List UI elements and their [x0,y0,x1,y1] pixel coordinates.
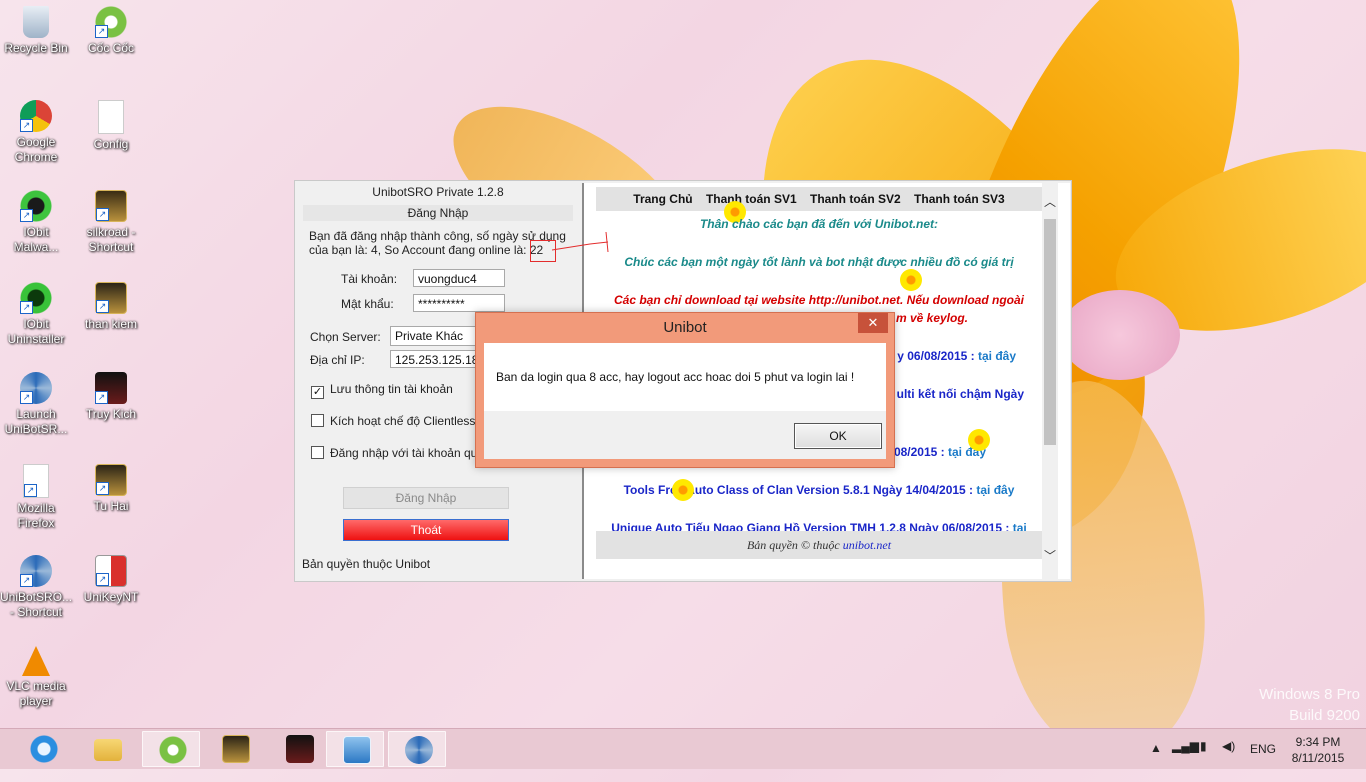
warning-text-1: Các bạn chỉ download tại website http://… [614,293,1024,307]
account-label: Tài khoản: [341,272,398,286]
web-footer: Bản quyền © thuộc unibot.net [596,531,1042,559]
tray-language[interactable]: ENG [1250,742,1276,782]
chrome-icon: ↗ [20,100,52,132]
taskbar-truy-kich[interactable] [270,731,328,767]
scroll-up-icon[interactable]: ︿ [1042,193,1058,210]
server-label: Chọn Server: [310,330,381,344]
dialog-message: Ban da login qua 8 acc, hay logout acc h… [484,343,886,411]
flower-decoration [672,479,694,501]
login-header: Đăng Nhập [303,205,573,221]
control-panel-icon [343,736,371,764]
game-icon: ↗ [95,464,127,496]
taskbar: ▲ ▂▄▆ ▮ ◀) ENG 9:34 PM 8/11/2015 [0,728,1366,769]
checkbox-box[interactable] [311,414,324,427]
desktop-icon-recycle-bin[interactable]: Recycle Bin [0,6,72,56]
account-input[interactable]: vuongduc4 [413,269,505,287]
windows-watermark: Windows 8 Pro Build 9200 [1259,686,1360,724]
coccoc-icon: ↗ [95,6,127,38]
desktop-icon-unibot-shortcut[interactable]: ↗ UniBotSRO... - Shortcut [0,555,72,620]
flower-decoration [968,429,990,451]
footer-link[interactable]: unibot.net [843,538,891,552]
desktop-icon-coccoc[interactable]: ↗ Cốc Cốc [75,6,147,56]
checkbox-box[interactable]: ✓ [311,386,324,399]
unikey-icon: ↗ [95,555,127,587]
iobit-malware-icon: ↗ [20,190,52,222]
other-account-checkbox[interactable]: Đăng nhập với tài khoản qu [311,446,477,460]
dialog-title: Unibot [663,319,707,336]
close-icon[interactable]: ✕ [858,313,888,333]
unibot-icon [405,736,433,764]
clientless-checkbox[interactable]: Kích hoạt chế độ Clientless [311,414,475,428]
file-icon [98,100,124,134]
silkroad-icon [222,735,250,763]
exit-button[interactable]: Thoát [343,519,509,541]
nav-home[interactable]: Trang Chủ [633,192,692,206]
desktop-icon-silkroad[interactable]: ↗ silkroad - Shortcut [75,190,147,255]
taskbar-explorer[interactable] [78,731,136,767]
tray-volume-icon[interactable]: ◀) [1222,739,1235,779]
taskbar-coccoc[interactable] [142,731,200,767]
desktop-icon-vlc[interactable]: VLC media player [0,646,72,709]
server-select[interactable]: Private Khác [390,326,480,346]
password-input[interactable]: ********** [413,294,505,312]
vlc-icon [22,646,50,676]
tray-signal-icon[interactable]: ▂▄▆ [1172,739,1199,779]
desktop-icon-launch-unibot[interactable]: ↗ Launch UniBotSR... [0,372,72,437]
web-nav: Trang Chủ Thanh toán SV1 Thanh toán SV2 … [596,187,1042,211]
greeting-text: Thân chào các bạn đã đến với Unibot.net: [699,217,939,231]
game-icon: ↗ [95,282,127,314]
ok-button[interactable]: OK [794,423,882,449]
app-copyright: Bản quyền thuộc Unibot [302,557,431,571]
nav-payment-sv2[interactable]: Thanh toán SV2 [810,192,901,206]
news-link-4[interactable]: tại đây [976,483,1014,497]
dialog-body: Ban da login qua 8 acc, hay logout acc h… [484,343,886,459]
desktop-icon-chrome[interactable]: ↗ Google Chrome [0,100,72,165]
unibot-alert-dialog: Unibot ✕ Ban da login qua 8 acc, hay log… [475,312,895,468]
password-label: Mật khẩu: [341,297,394,311]
desktop-icon-tu-hai[interactable]: ↗ Tu Hai [75,464,147,514]
news-link-1[interactable]: tại đây [978,349,1016,363]
nav-payment-sv1[interactable]: Thanh toán SV1 [706,192,797,206]
taskbar-silkroad[interactable] [206,731,264,767]
desktop-icon-than-kiem[interactable]: ↗ than kiem [75,282,147,332]
coccoc-icon [159,736,187,764]
annotation-stroke [551,231,609,253]
save-info-checkbox[interactable]: ✓ Lưu thông tin tài khoản [311,382,453,399]
ip-label: Địa chỉ IP: [310,353,365,367]
unibot-icon: ↗ [20,372,52,404]
flower-decoration [900,269,922,291]
scroll-down-icon[interactable]: ﹀ [1042,547,1058,564]
firefox-icon: ↗ [23,464,49,498]
tray-chevron-up-icon[interactable]: ▲ [1150,741,1162,781]
wish-text: Chúc các bạn một ngày tốt lành và bot nh… [624,255,1014,269]
desktop-icon-firefox[interactable]: ↗ Mozilla Firefox [0,464,72,531]
recycle-bin-icon [23,6,49,38]
unibot-icon: ↗ [20,555,52,587]
truykich-icon [286,735,314,763]
checkbox-box[interactable] [311,446,324,459]
silkroad-icon: ↗ [95,190,127,222]
desktop-icon-unikey[interactable]: ↗ UniKeyNT [75,555,147,605]
iobit-uninstaller-icon: ↗ [20,282,52,314]
taskbar-ie[interactable] [14,731,72,767]
wallpaper-petal [1060,290,1180,380]
tray-clock[interactable]: 9:34 PM 8/11/2015 [1286,734,1350,766]
web-scrollbar[interactable]: ︿ ﹀ [1042,183,1058,579]
folder-icon [94,739,122,761]
ip-input[interactable]: 125.253.125.18 [390,350,480,368]
truykich-icon: ↗ [95,372,127,404]
desktop-icon-truy-kich[interactable]: ↗ Truy Kich [75,372,147,422]
taskbar-control-panel[interactable] [326,731,384,767]
tray-battery-icon[interactable]: ▮ [1200,739,1207,779]
taskbar-unibot[interactable] [388,731,446,767]
news-item-4: Tools Free Auto Class of Clan Version 5.… [623,483,1015,497]
desktop-icon-config[interactable]: Config [75,100,147,152]
app-title: UnibotSRO Private 1.2.8 [372,185,504,199]
desktop-icon-iobit-malware[interactable]: ↗ IObit Malwa... [0,190,72,255]
scroll-thumb[interactable] [1044,219,1056,445]
desktop-icon-iobit-uninstaller[interactable]: ↗ IObit Uninstaller [0,282,72,347]
nav-payment-sv3[interactable]: Thanh toán SV3 [914,192,1005,206]
internet-explorer-icon [30,735,58,763]
login-button[interactable]: Đăng Nhập [343,487,509,509]
